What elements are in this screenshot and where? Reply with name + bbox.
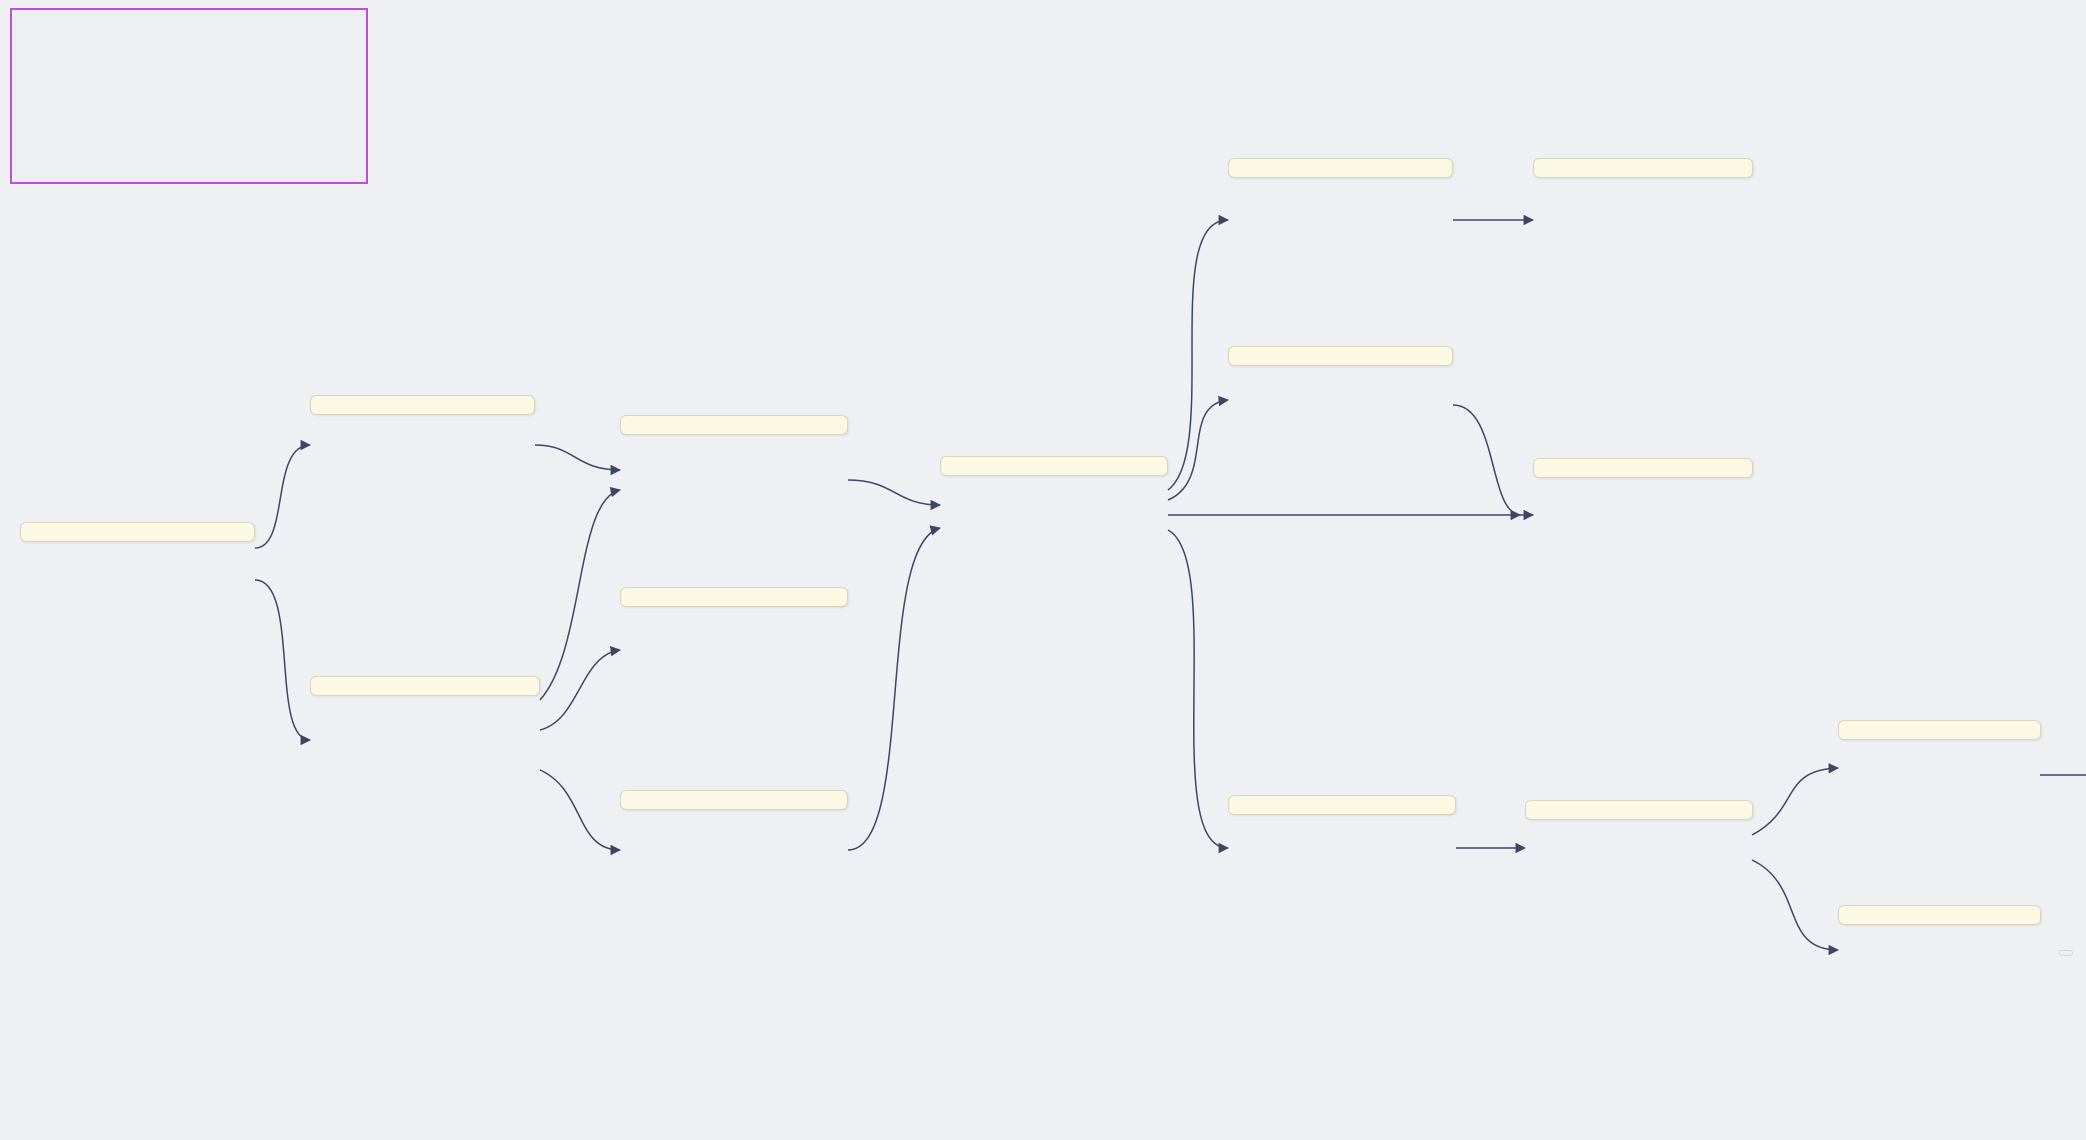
edge bbox=[540, 770, 620, 850]
diagram-canvas[interactable] bbox=[0, 0, 2086, 1140]
edge bbox=[848, 528, 940, 850]
edge bbox=[255, 445, 310, 548]
node-add-ad[interactable] bbox=[1228, 346, 1453, 366]
edge bbox=[255, 580, 310, 740]
minimap[interactable] bbox=[10, 8, 368, 184]
node-title-card[interactable] bbox=[1533, 158, 1753, 178]
node-arrange-details[interactable] bbox=[1838, 720, 2041, 740]
node-how-to-dance[interactable] bbox=[1525, 800, 1753, 820]
node-post-out[interactable] bbox=[310, 395, 535, 415]
edge-label-red bbox=[1760, 802, 1766, 804]
edge-label-after bbox=[1115, 680, 1121, 682]
node-get-stuff[interactable] bbox=[20, 522, 255, 542]
minimap-content bbox=[12, 10, 366, 182]
edge-label-tiny bbox=[563, 683, 569, 685]
edge bbox=[1453, 405, 1520, 515]
edge bbox=[1168, 400, 1228, 500]
edge bbox=[1752, 860, 1838, 950]
node-send-email[interactable] bbox=[1228, 158, 1453, 178]
node-read-news[interactable] bbox=[940, 456, 1168, 476]
node-example-nfras[interactable] bbox=[1228, 795, 1456, 815]
node-i-can-search[interactable] bbox=[310, 676, 540, 696]
edge bbox=[535, 445, 620, 470]
edge bbox=[1168, 220, 1228, 490]
edge bbox=[1168, 530, 1228, 848]
edge bbox=[540, 650, 620, 730]
node-add-stuff[interactable] bbox=[1838, 905, 2041, 925]
node-create-another-course[interactable] bbox=[620, 587, 848, 607]
node-mgsa-92[interactable] bbox=[620, 415, 848, 435]
node-subscribe-rss[interactable] bbox=[620, 790, 848, 810]
edge bbox=[540, 490, 620, 700]
floating-chip[interactable] bbox=[2059, 950, 2073, 956]
node-mgsa-27[interactable] bbox=[1533, 458, 1753, 478]
edge-label-blue bbox=[2050, 765, 2056, 767]
edge bbox=[848, 480, 940, 505]
